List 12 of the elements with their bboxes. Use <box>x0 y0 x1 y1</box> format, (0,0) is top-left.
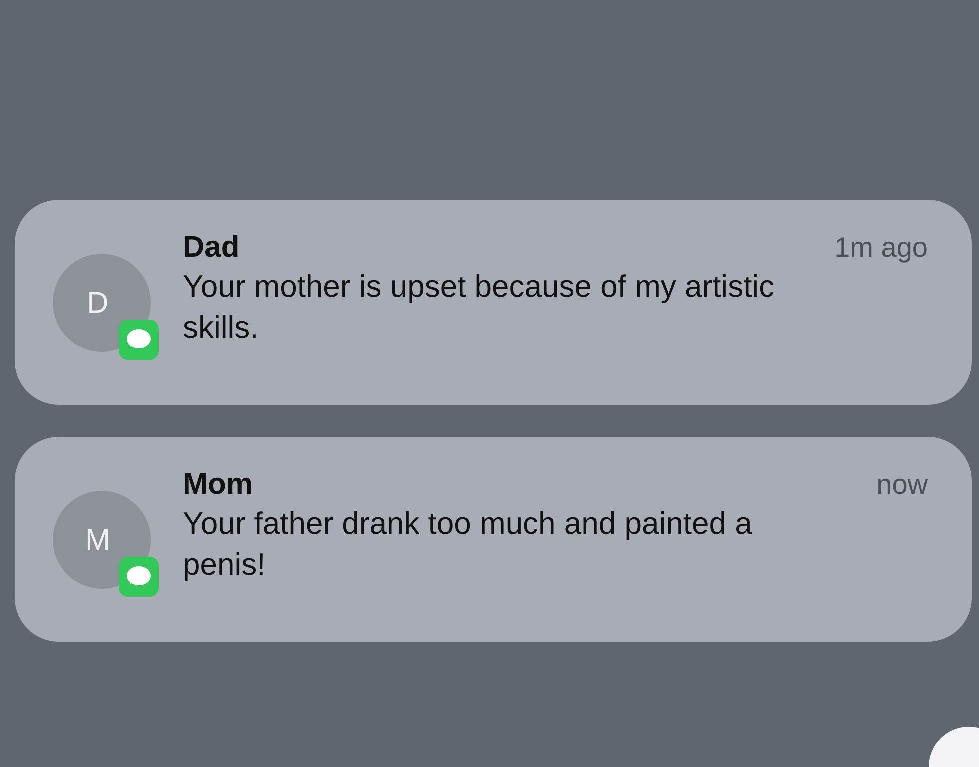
timestamp: now <box>876 468 928 502</box>
notification-card[interactable]: M Mom now Your father drank too much and painted a penis! <box>15 437 972 642</box>
message-app-icon <box>119 557 159 597</box>
avatar: D <box>53 254 151 352</box>
message-app-icon <box>119 320 159 360</box>
message-text: Your father drank too much and painted a penis! <box>183 505 754 584</box>
notification-card[interactable]: D Dad 1m ago Your mother is upset because of my artistic skills. <box>15 200 972 405</box>
message-text: Your mother is upset because of my artistic skills. <box>183 268 776 347</box>
avatar: M <box>53 491 151 589</box>
sender-name: Mom <box>183 467 253 503</box>
timestamp: 1m ago <box>834 231 928 265</box>
sender-name: Dad <box>183 230 240 266</box>
